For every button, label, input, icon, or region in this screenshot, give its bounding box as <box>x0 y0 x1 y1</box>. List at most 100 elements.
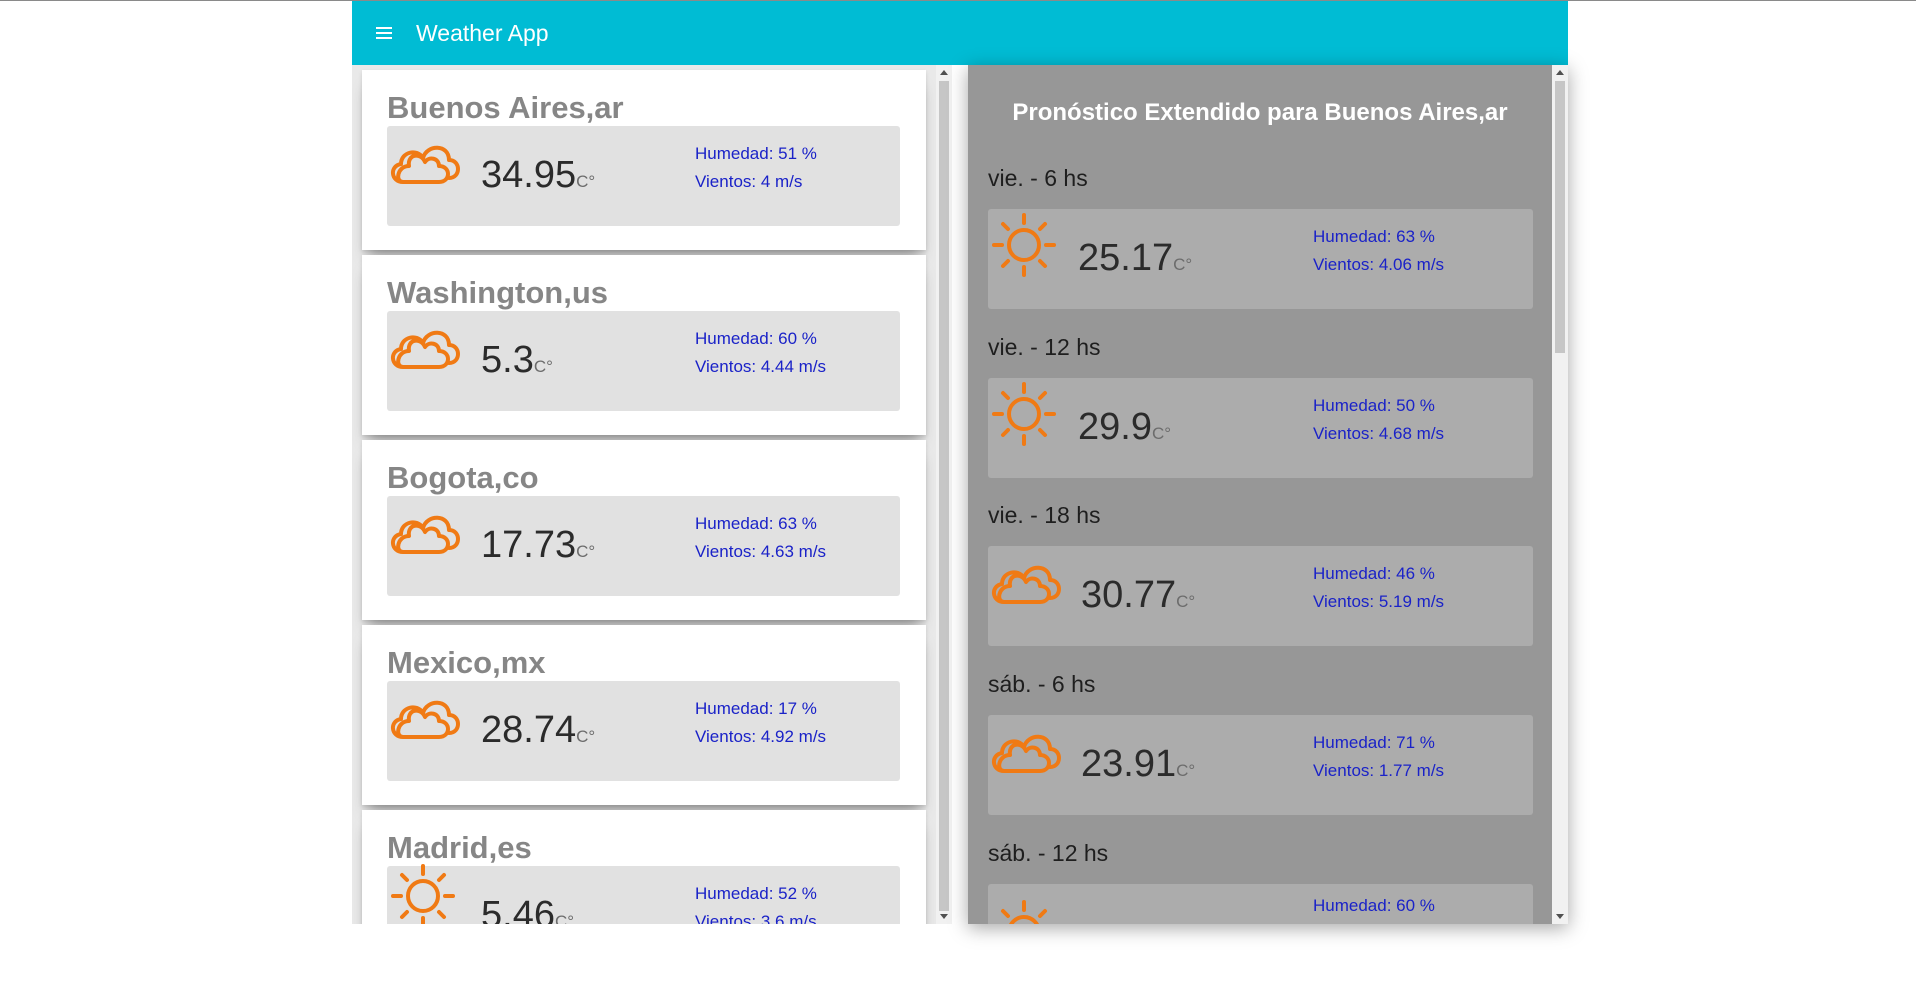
temperature-value: 25.17 <box>1078 237 1174 279</box>
city-card[interactable]: Mexico,mx 28.74C° Humedad: 17 % Vientos:… <box>362 625 926 805</box>
wind-text: Vientos: 4.92 m/s <box>695 727 827 746</box>
city-name: Mexico,mx <box>387 645 546 680</box>
city-name: Madrid,es <box>387 830 532 865</box>
scrollbar-thumb[interactable] <box>1555 81 1565 353</box>
humidity-text: Humedad: 71 % <box>1313 733 1435 752</box>
weather-extra-info: Humedad: 51 % Vientos: 4 m/s <box>695 140 817 196</box>
temperature-unit: C° <box>576 542 596 561</box>
cloud-icon <box>390 515 460 554</box>
city-name: Washington,us <box>387 275 608 310</box>
scroll-up-arrow-icon[interactable] <box>1556 70 1564 75</box>
city-card[interactable]: Buenos Aires,ar 34.95C° Humedad: 51 % Vi… <box>362 70 926 250</box>
sun-icon <box>992 213 1056 277</box>
city-list-scrollbar[interactable] <box>936 65 952 924</box>
forecast-time-label: sáb. - 12 hs <box>988 840 1109 866</box>
app-title: Weather App <box>416 19 549 46</box>
temperature: 29.9C° <box>1078 406 1171 449</box>
temperature-unit: C° <box>576 172 596 191</box>
humidity-text: Humedad: 60 % <box>695 329 817 348</box>
weather-data: 34.95C° Humedad: 51 % Vientos: 4 m/s <box>387 126 900 226</box>
weather-extra-info: Humedad: 63 % Vientos: 4.06 m/s <box>1313 223 1444 279</box>
temperature-unit: C° <box>533 357 553 376</box>
city-card[interactable]: Madrid,es 5.46C° Humedad: 52 % Vientos: … <box>362 810 926 924</box>
forecast-time-label: vie. - 18 hs <box>988 502 1101 528</box>
forecast-title: Pronóstico Extendido para Buenos Aires,a… <box>1012 99 1508 126</box>
temperature: 17.73C° <box>481 524 595 567</box>
city-card[interactable]: Bogota,co 17.73C° Humedad: 63 % Vientos:… <box>362 440 926 620</box>
temperature-value: 30.77 <box>1081 574 1177 616</box>
temperature-unit: C° <box>1173 255 1193 274</box>
temperature: 28.74C° <box>481 709 595 752</box>
temperature-value: 34.95 <box>481 154 577 196</box>
wind-text: Vientos: 4.68 m/s <box>1313 424 1445 443</box>
cloud-icon <box>991 734 1061 773</box>
wind-text: Vientos: 5.19 m/s <box>1313 592 1445 611</box>
cloud-icon <box>390 330 460 369</box>
city-name: Bogota,co <box>387 460 539 495</box>
temperature: 5.46C° <box>481 894 574 924</box>
weather-data: 30.77C° Humedad: 46 % Vientos: 5.19 m/s <box>988 546 1533 646</box>
scrollbar-thumb[interactable] <box>939 81 949 911</box>
weather-extra-info: Humedad: 71 % Vientos: 1.77 m/s <box>1313 729 1444 785</box>
forecast-time-label: sáb. - 6 hs <box>988 671 1096 697</box>
humidity-text: Humedad: 50 % <box>1313 396 1435 415</box>
sun-icon <box>391 864 455 924</box>
weather-extra-info: Humedad: 60 % Vientos: 4.44 m/s <box>695 325 826 381</box>
weather-extra-info: Humedad: 52 % Vientos: 3.6 m/s <box>695 880 817 924</box>
forecast-time-label: vie. - 6 hs <box>988 165 1088 191</box>
weather-data: 23.91C° Humedad: 71 % Vientos: 1.77 m/s <box>988 715 1533 815</box>
scroll-down-arrow-icon[interactable] <box>1556 914 1564 919</box>
forecast-panel: Pronóstico Extendido para Buenos Aires,a… <box>968 65 1552 924</box>
wind-text: Vientos: 4.63 m/s <box>695 542 827 561</box>
city-list-panel: Buenos Aires,ar 34.95C° Humedad: 51 % Vi… <box>352 65 952 924</box>
weather-data: 28.74C° Humedad: 17 % Vientos: 4.92 m/s <box>387 681 900 781</box>
cloud-icon <box>390 145 460 184</box>
temperature: 34.95C° <box>481 154 595 197</box>
temperature-value: 5.3 <box>481 339 534 381</box>
sun-icon <box>992 900 1056 924</box>
city-card[interactable]: Washington,us 5.3C° Humedad: 60 % Viento… <box>362 255 926 435</box>
city-name: Buenos Aires,ar <box>387 90 624 125</box>
hamburger-menu-icon <box>376 27 392 39</box>
weather-extra-info: Humedad: 46 % Vientos: 5.19 m/s <box>1313 560 1444 616</box>
weather-extra-info: Humedad: 17 % Vientos: 4.92 m/s <box>695 695 826 751</box>
temperature: 5.3C° <box>481 339 553 382</box>
weather-data: 5.3C° Humedad: 60 % Vientos: 4.44 m/s <box>387 311 900 411</box>
wind-text: Vientos: 3.6 m/s <box>695 912 817 924</box>
temperature-value: 28.74 <box>481 709 577 751</box>
sun-icon <box>992 382 1056 446</box>
temperature-unit: C° <box>1151 424 1172 443</box>
menu-button[interactable] <box>352 1 416 65</box>
wind-text: Vientos: 4.44 m/s <box>695 357 827 376</box>
humidity-text: Humedad: 60 % <box>1313 896 1435 915</box>
weather-data: 5.46C° Humedad: 52 % Vientos: 3.6 m/s <box>387 864 900 924</box>
temperature-unit: C° <box>554 912 575 924</box>
wind-text: Vientos: 4.06 m/s <box>1313 255 1445 274</box>
scroll-up-arrow-icon[interactable] <box>940 70 948 75</box>
weather-app: Weather App Buenos Aires,ar 34.95C° Hume… <box>352 1 1568 924</box>
temperature-unit: C° <box>1176 761 1196 780</box>
wind-text: Vientos: 1.77 m/s <box>1313 761 1445 780</box>
temperature-value: 23.91 <box>1081 743 1177 785</box>
app-bar: Weather App <box>352 1 1568 65</box>
temperature-value: 29.9 <box>1078 406 1152 448</box>
weather-extra-info: Humedad: 60 % <box>1313 892 1435 920</box>
temperature-unit: C° <box>1176 592 1196 611</box>
forecast-panel-container: Pronóstico Extendido para Buenos Aires,a… <box>968 65 1568 924</box>
temperature: 30.77C° <box>1081 574 1195 617</box>
weather-extra-info: Humedad: 50 % Vientos: 4.68 m/s <box>1313 392 1444 448</box>
humidity-text: Humedad: 52 % <box>695 884 817 903</box>
weather-data: Humedad: 60 % <box>988 884 1533 924</box>
weather-extra-info: Humedad: 63 % Vientos: 4.63 m/s <box>695 510 826 566</box>
weather-data: 17.73C° Humedad: 63 % Vientos: 4.63 m/s <box>387 496 900 596</box>
temperature-value: 5.46 <box>481 894 555 924</box>
city-list: Buenos Aires,ar 34.95C° Humedad: 51 % Vi… <box>362 70 926 924</box>
temperature-unit: C° <box>576 727 596 746</box>
forecast-time-label: vie. - 12 hs <box>988 334 1101 360</box>
humidity-text: Humedad: 63 % <box>695 514 817 533</box>
humidity-text: Humedad: 17 % <box>695 699 817 718</box>
forecast-scrollbar[interactable] <box>1552 65 1568 924</box>
weather-data: 29.9C° Humedad: 50 % Vientos: 4.68 m/s <box>988 378 1533 478</box>
weather-data: 25.17C° Humedad: 63 % Vientos: 4.06 m/s <box>988 209 1533 309</box>
scroll-down-arrow-icon[interactable] <box>940 914 948 919</box>
